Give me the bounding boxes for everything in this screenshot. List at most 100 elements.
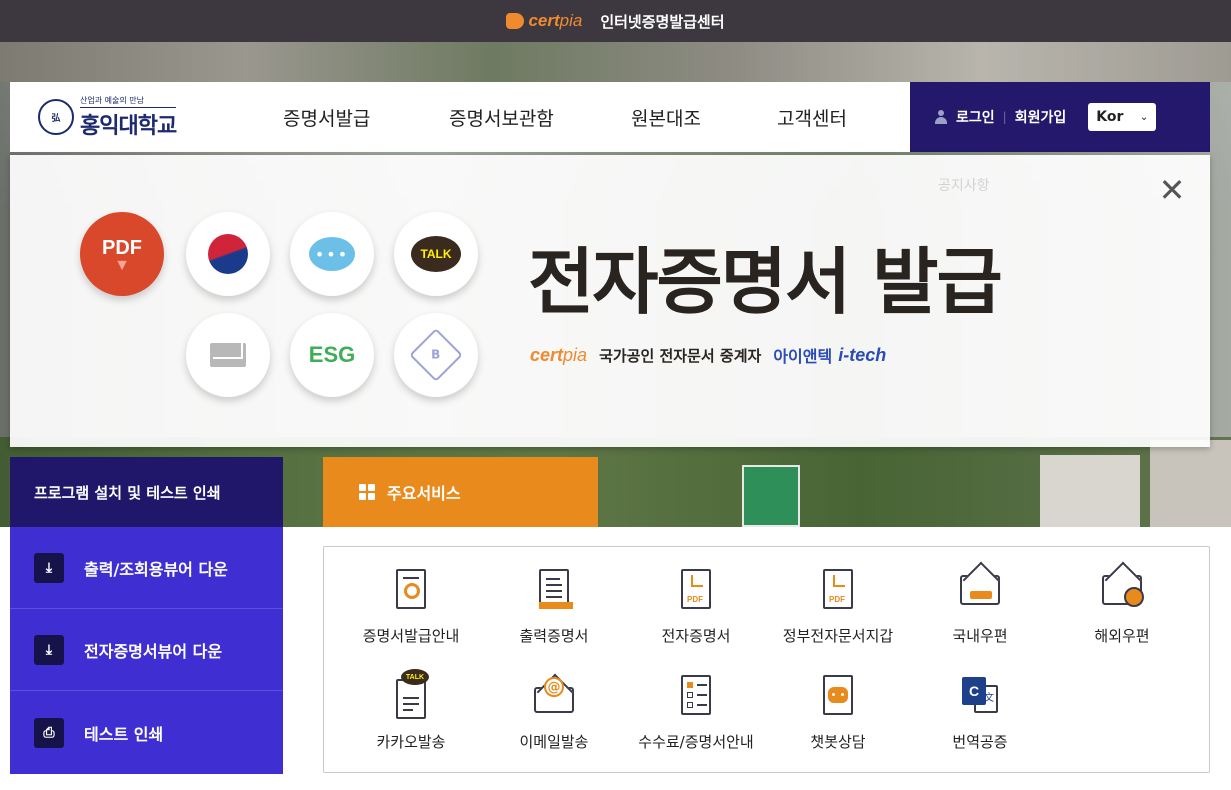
at-symbol: @ — [544, 677, 564, 697]
service-label: 정부전자문서지갑 — [782, 627, 894, 645]
banner-sub-text: 국가공인 전자문서 중계자 — [599, 346, 762, 365]
fee-checklist-icon — [676, 675, 716, 717]
main-services-tab[interactable]: 주요서비스 — [323, 457, 598, 527]
test-print-button[interactable]: ⎙ 테스트 인쇄 — [10, 691, 283, 774]
service-certificate-guide[interactable]: 증명서발급안내 — [341, 569, 481, 651]
service-label: 카카오발송 — [376, 733, 446, 751]
language-value: Kor — [1096, 109, 1124, 125]
service-chatbot[interactable]: 챗봇상담 — [768, 675, 908, 757]
user-icon — [934, 110, 948, 124]
popup-banner: 공지사항 ✕ PDF ▼ ••• TALK ESG B 전자증명서 발급 cer… — [10, 155, 1210, 447]
kakao-talk-icon: TALK — [394, 212, 478, 296]
esg-icon: ESG — [290, 313, 374, 397]
university-seal-icon: 弘 — [38, 99, 74, 135]
viewer-download-label: 출력/조회용뷰어 다운 — [84, 559, 228, 579]
login-link[interactable]: 로그인 — [956, 107, 995, 127]
service-label: 번역공증 — [952, 733, 1008, 751]
service-international-mail[interactable]: 해외우편 — [1052, 569, 1192, 651]
pdf-icon: PDF ▼ — [80, 212, 164, 296]
close-icon[interactable]: ✕ — [1156, 174, 1188, 207]
pdf-tag: PDF — [687, 595, 703, 604]
service-label: 해외우편 — [1094, 627, 1150, 645]
background-building — [1040, 455, 1140, 527]
top-bar: certpia 인터넷증명발급센터 — [0, 0, 1231, 42]
main-nav: 증명서발급 증명서보관함 원본대조 고객센터 — [283, 104, 943, 131]
nav-original-verify[interactable]: 원본대조 — [631, 104, 777, 131]
ecert-viewer-download-label: 전자증명서뷰어 다운 — [84, 641, 223, 661]
pdf-document-icon: PDF — [676, 569, 716, 611]
university-logo[interactable]: 弘 산업과 예술의 만남 홍익대학교 — [38, 95, 213, 140]
service-domestic-mail[interactable]: 국내우편 — [910, 569, 1050, 651]
pdf-tag: PDF — [829, 595, 845, 604]
partner-en: i-tech — [838, 344, 887, 365]
service-printed-certificate[interactable]: 출력증명서 — [484, 569, 624, 651]
partner-ko: 아이앤텍 — [773, 347, 833, 366]
sub-brand-pia: pia — [563, 344, 588, 365]
pdf-arrow: ▼ — [114, 256, 130, 274]
gov-wallet-pdf-icon: PDF — [818, 569, 858, 611]
service-label: 국내우편 — [952, 627, 1008, 645]
brand-pia: pia — [559, 11, 583, 30]
program-install-panel: 프로그램 설치 및 테스트 인쇄 ⤓ 출력/조회용뷰어 다운 ⤓ 전자증명서뷰어… — [10, 457, 283, 774]
nav-certificate-box[interactable]: 증명서보관함 — [449, 104, 631, 131]
printer-icon: ⎙ — [34, 717, 64, 748]
services-grid: 증명서발급안내 출력증명서 PDF 전자증명서 PDF 정부전자문서지갑 국내우… — [323, 546, 1210, 773]
grid-icon — [359, 484, 375, 500]
mail-icon — [186, 313, 270, 397]
test-print-label: 테스트 인쇄 — [84, 724, 164, 744]
service-label: 증명서발급안내 — [362, 627, 460, 645]
translation-c: C — [962, 677, 986, 705]
talk-label: TALK — [401, 669, 429, 685]
panel-heading: 프로그램 설치 및 테스트 인쇄 — [10, 457, 283, 527]
certpia-logo[interactable]: certpia — [506, 11, 582, 31]
signup-link[interactable]: 회원가입 — [1015, 107, 1067, 127]
talk-label: TALK — [411, 236, 461, 272]
viewer-download-button[interactable]: ⤓ 출력/조회용뷰어 다운 — [10, 527, 283, 609]
banner-subtitle: certpia 국가공인 전자문서 중계자 아이앤텍 i-tech — [530, 343, 886, 367]
download-icon: ⤓ — [34, 552, 64, 583]
service-label: 챗봇상담 — [810, 733, 866, 751]
service-e-certificate[interactable]: PDF 전자증명서 — [626, 569, 766, 651]
translation-icon: C 文 — [960, 675, 1000, 717]
download-icon: ⤓ — [34, 634, 64, 665]
blockchain-icon: B — [394, 313, 478, 397]
chatbot-icon — [818, 675, 858, 717]
service-label: 수수료/증명서안내 — [638, 733, 754, 751]
language-select[interactable]: Kor ⌄ — [1088, 103, 1157, 131]
banner-title: 전자증명서 발급 — [528, 240, 1003, 324]
certificate-search-icon — [391, 569, 431, 611]
service-gov-e-wallet[interactable]: PDF 정부전자문서지갑 — [768, 569, 908, 651]
service-fee-guide[interactable]: 수수료/증명서안내 — [626, 675, 766, 757]
certpia-wordmark: certpia — [530, 345, 587, 366]
service-label: 전자증명서 — [661, 627, 731, 645]
certpia-mark-icon — [506, 13, 525, 29]
university-name: 홍익대학교 — [80, 113, 177, 139]
international-mail-icon — [1102, 569, 1144, 611]
itech-logo: 아이앤텍 i-tech — [773, 343, 886, 367]
printed-document-icon — [534, 569, 574, 611]
esg-label: ESG — [308, 342, 356, 367]
korea-gov-icon — [186, 212, 270, 296]
service-translation-notary[interactable]: C 文 번역공증 — [910, 675, 1050, 757]
message-bubble-icon: ••• — [290, 212, 374, 296]
service-label: 출력증명서 — [519, 627, 589, 645]
service-email-send[interactable]: @ 이메일발송 — [484, 675, 624, 757]
separator: | — [1002, 110, 1007, 124]
email-icon: @ — [534, 675, 574, 717]
service-kakao-send[interactable]: TALK 카카오발송 — [341, 669, 481, 757]
main-header: 弘 산업과 예술의 만남 홍익대학교 증명서발급 증명서보관함 원본대조 고객센… — [10, 82, 1210, 152]
brand-cert: cert — [528, 11, 560, 30]
account-bar: 로그인 | 회원가입 Kor ⌄ — [910, 82, 1210, 152]
nav-certificate-issue[interactable]: 증명서발급 — [283, 104, 449, 131]
background-building — [1150, 440, 1231, 527]
domestic-mail-icon — [960, 569, 1000, 611]
background-buildings — [0, 40, 1231, 82]
bubble-dots: ••• — [309, 237, 355, 271]
kakao-talk-icon: TALK — [391, 669, 431, 719]
sub-brand-cert: cert — [530, 344, 564, 365]
service-label: 이메일발송 — [519, 733, 589, 751]
chevron-down-icon: ⌄ — [1139, 111, 1149, 123]
background-court — [742, 465, 800, 527]
ecert-viewer-download-button[interactable]: ⤓ 전자증명서뷰어 다운 — [10, 609, 283, 691]
university-slogan: 산업과 예술의 만남 — [80, 95, 177, 108]
